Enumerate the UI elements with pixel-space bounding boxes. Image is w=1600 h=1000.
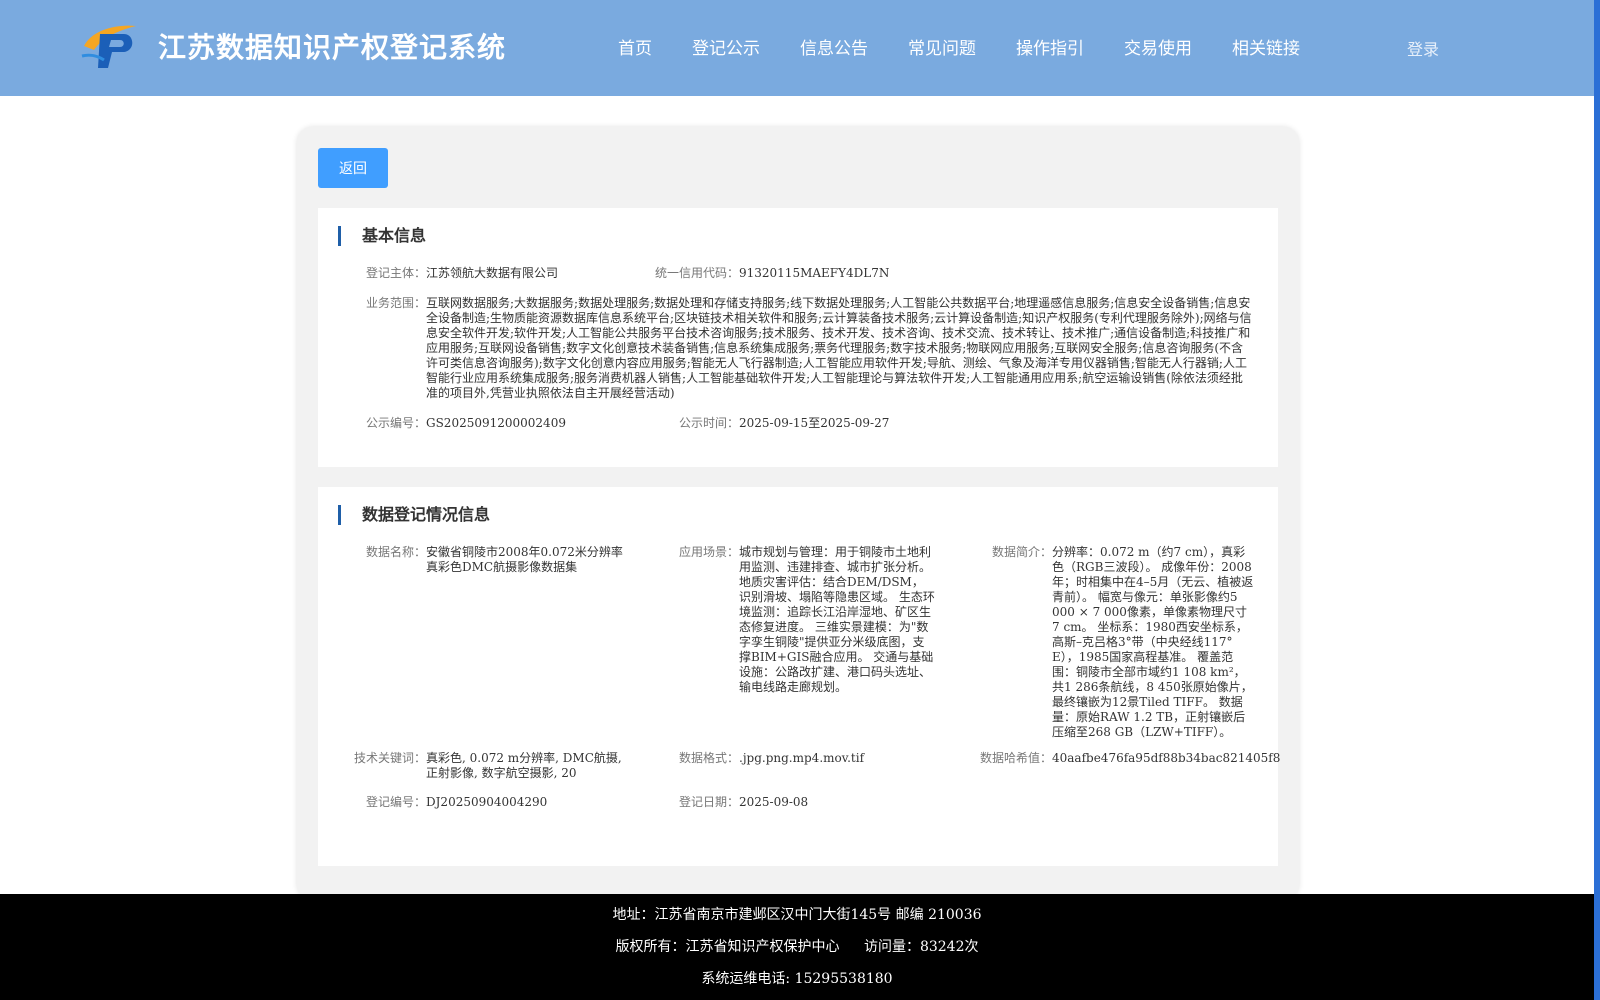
footer-address: 地址：江苏省南京市建邺区汉中门大街145号 邮编 210036: [612, 907, 982, 923]
footer-visits: 访问量：83242次: [863, 939, 979, 955]
main-nav: 首页 登记公示 信息公告 常见问题 操作指引 交易使用 相关链接: [618, 34, 1340, 59]
reg-no-label: 登记编号：: [365, 795, 426, 809]
intro-value: 分辨率：0.072 m（约7 cm），真彩色（RGB三波段）。 成像年份：200…: [1052, 545, 1254, 739]
hash-value: 40aafbe476fa95df88b34bac821405f8: [1052, 751, 1281, 765]
credit-code-label: 统一信用代码：: [654, 266, 739, 280]
back-button[interactable]: 返回: [318, 148, 388, 188]
nav-faq[interactable]: 常见问题: [908, 34, 976, 59]
nav-trade[interactable]: 交易使用: [1124, 34, 1192, 59]
nav-registration-notice[interactable]: 登记公示: [692, 34, 760, 59]
nav-guide[interactable]: 操作指引: [1016, 34, 1084, 59]
format-value: .jpg.png.mp4.mov.tif: [739, 751, 865, 765]
data-name-value: 安徽省铜陵市2008年0.072米分辨率真彩色DMC航摄影像数据集: [426, 545, 623, 574]
intro-field: 数据简介： 分辨率：0.072 m（约7 cm），真彩色（RGB三波段）。 成像…: [992, 545, 1254, 740]
hash-label: 数据哈希值：: [979, 751, 1052, 765]
data-info-title: 数据登记情况信息: [338, 505, 490, 525]
page-edge-bar: [1594, 0, 1600, 1000]
keywords-value: 真彩色, 0.072 m分辨率, DMC航摄, 正射影像, 数字航空摄影, 20: [426, 751, 622, 780]
footer-copyright-line: 版权所有：江苏省知识产权保护中心 访问量：83242次: [0, 936, 1594, 956]
site-title: 江苏数据知识产权登记系统: [158, 31, 507, 64]
logo-icon[interactable]: [80, 20, 140, 72]
pub-no-value: GS2025091200002409: [426, 416, 566, 430]
credit-code-field: 统一信用代码： 91320115MAEFY4DL7N: [655, 266, 1039, 281]
reg-date-value: 2025-09-08: [739, 795, 809, 809]
subject-value: 江苏领航大数据有限公司: [426, 266, 559, 280]
scene-value: 城市规划与管理：用于铜陵市土地利用监测、违建排查、城市扩张分析。 地质灾害评估：…: [739, 545, 935, 694]
hash-field: 数据哈希值： 40aafbe476fa95df88b34bac821405f8: [980, 751, 1281, 766]
reg-date-field: 登记日期： 2025-09-08: [679, 795, 939, 810]
reg-no-value: DJ20250904004290: [426, 795, 548, 809]
data-info-panel: 数据登记情况信息 数据名称： 安徽省铜陵市2008年0.072米分辨率真彩色DM…: [318, 487, 1281, 866]
nav-announcements[interactable]: 信息公告: [800, 34, 868, 59]
data-name-field: 数据名称： 安徽省铜陵市2008年0.072米分辨率真彩色DMC航摄影像数据集: [366, 545, 626, 575]
pub-time-label: 公示时间：: [678, 416, 739, 430]
credit-code-value: 91320115MAEFY4DL7N: [739, 266, 890, 280]
keywords-field: 技术关键词： 真彩色, 0.072 m分辨率, DMC航摄, 正射影像, 数字航…: [354, 751, 626, 781]
intro-label: 数据简介：: [991, 545, 1052, 559]
detail-card: 返回 基本信息 登记主体： 江苏领航大数据有限公司 统一信用代码： 913201…: [297, 127, 1299, 900]
nav-home[interactable]: 首页: [618, 34, 652, 59]
top-header: 江苏数据知识产权登记系统 首页 登记公示 信息公告 常见问题 操作指引 交易使用…: [0, 0, 1594, 96]
pub-no-field: 公示编号： GS2025091200002409: [366, 416, 646, 431]
pub-no-label: 公示编号：: [365, 416, 426, 430]
scope-label: 业务范围：: [365, 296, 426, 310]
reg-date-label: 登记日期：: [678, 795, 739, 809]
scope-value: 互联网数据服务;大数据服务;数据处理服务;数据处理和存储支持服务;线下数据处理服…: [426, 296, 1252, 400]
format-label: 数据格式：: [678, 751, 739, 765]
format-field: 数据格式： .jpg.png.mp4.mov.tif: [679, 751, 939, 766]
subject-field: 登记主体： 江苏领航大数据有限公司: [366, 266, 626, 281]
footer-phone: 系统运维电话: 15295538180: [701, 971, 893, 987]
data-name-label: 数据名称：: [365, 545, 426, 559]
basic-info-panel: 基本信息 登记主体： 江苏领航大数据有限公司 统一信用代码： 91320115M…: [318, 208, 1278, 467]
scope-field: 业务范围： 互联网数据服务;大数据服务;数据处理服务;数据处理和存储支持服务;线…: [366, 296, 1254, 401]
basic-info-title: 基本信息: [338, 226, 426, 246]
pub-time-field: 公示时间： 2025-09-15至2025-09-27: [679, 416, 1039, 431]
scene-label: 应用场景：: [678, 545, 739, 559]
subject-label: 登记主体：: [365, 266, 426, 280]
login-link[interactable]: 登录: [1407, 36, 1439, 60]
scene-field: 应用场景： 城市规划与管理：用于铜陵市土地利用监测、违建排查、城市扩张分析。 地…: [679, 545, 935, 695]
footer-copyright: 版权所有：江苏省知识产权保护中心: [615, 939, 840, 955]
reg-no-field: 登记编号： DJ20250904004290: [366, 795, 626, 810]
keywords-label: 技术关键词：: [353, 751, 426, 765]
site-footer: 地址：江苏省南京市建邺区汉中门大街145号 邮编 210036 版权所有：江苏省…: [0, 894, 1594, 1000]
nav-links[interactable]: 相关链接: [1232, 34, 1300, 59]
pub-time-value: 2025-09-15至2025-09-27: [739, 416, 890, 430]
